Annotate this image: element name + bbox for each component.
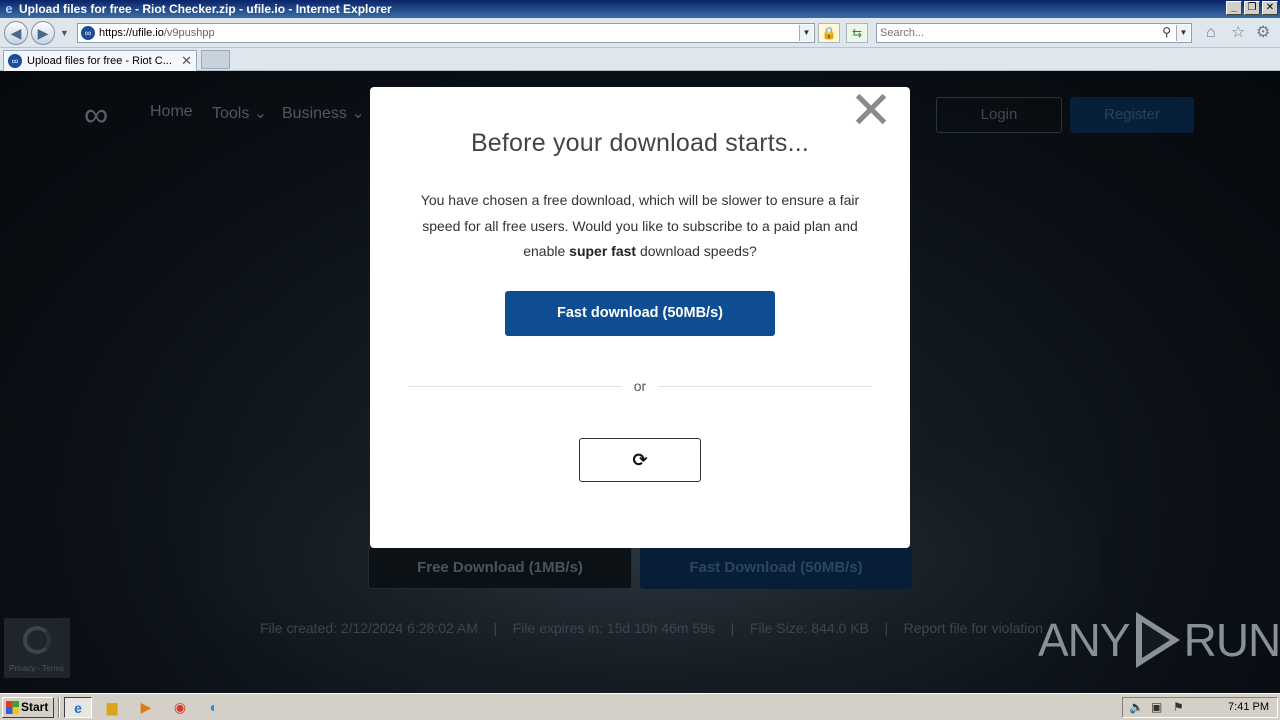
tab-close-icon[interactable]: ✕	[181, 53, 192, 69]
browser-navbar: ◀ ▶ ▼ ∞ https://ufile.io/v9pushpp ▼ 🔒 ⇆ …	[0, 18, 1280, 48]
fast-download-button[interactable]: Fast download (50MB/s)	[505, 291, 775, 336]
taskbar-internet-explorer-icon[interactable]: e	[64, 697, 92, 718]
windows-logo-icon	[6, 701, 19, 714]
gear-icon[interactable]: ⚙	[1256, 25, 1270, 41]
modal-message: You have chosen a free download, which w…	[420, 192, 860, 259]
file-info: File created: 2/12/2024 6:28:02 AM | Fil…	[260, 620, 1043, 636]
login-button[interactable]: Login	[936, 97, 1062, 133]
volume-icon[interactable]: 🔈	[1129, 700, 1144, 714]
site-favicon-icon: ∞	[81, 26, 95, 40]
tab-favicon-icon: ∞	[8, 54, 22, 68]
address-bar[interactable]: ∞ https://ufile.io/v9pushpp ▼	[77, 23, 815, 43]
home-icon[interactable]: ⌂	[1206, 25, 1216, 41]
search-icon[interactable]: ⚲	[1162, 25, 1171, 39]
taskbar-separator	[58, 697, 60, 718]
or-label: or	[633, 378, 647, 394]
window-title: Upload files for free - Riot Checker.zip…	[19, 2, 392, 16]
taskbar-explorer-folder-icon[interactable]: ▆	[98, 697, 126, 718]
back-button[interactable]: ◀	[4, 21, 28, 45]
clock[interactable]: 7:41 PM	[1228, 701, 1269, 713]
favorites-star-icon[interactable]: ☆	[1231, 25, 1245, 41]
nav-business[interactable]: Business ⌄	[282, 103, 365, 123]
refresh-spinner-icon: ⟳	[632, 450, 648, 470]
fast-download-button-page[interactable]: Fast Download (50MB/s)	[640, 547, 912, 589]
modal-title: Before your download starts...	[470, 129, 810, 157]
info-separator: |	[884, 620, 889, 636]
restore-button[interactable]: ❐	[1244, 1, 1260, 15]
internet-explorer-icon: e	[5, 1, 13, 16]
address-dropdown-icon[interactable]: ▼	[799, 25, 813, 41]
file-size: File Size: 844.0 KB	[749, 620, 869, 636]
ufile-logo-icon[interactable]: ∞	[84, 97, 130, 133]
taskbar: Start e ▆ ▶ ◉ ◐ 🔈 ▣ ⚑ 7:41 PM	[0, 693, 1280, 720]
info-separator: |	[493, 620, 498, 636]
nav-tools[interactable]: Tools ⌄	[212, 103, 267, 123]
forward-button[interactable]: ▶	[31, 21, 55, 45]
address-url[interactable]: https://ufile.io/v9pushpp	[99, 27, 215, 39]
taskbar-chrome-icon[interactable]: ◉	[166, 697, 194, 718]
file-expires: File expires in: 15d 10h 46m 59s	[512, 620, 716, 636]
recaptcha-text[interactable]: Privacy - Terms	[9, 664, 64, 673]
recaptcha-badge[interactable]: Privacy - Terms	[4, 618, 70, 678]
browser-tab-active[interactable]: ∞ Upload files for free - Riot C... ✕	[3, 50, 197, 71]
report-link[interactable]: Report file for violation	[904, 620, 1043, 636]
history-dropdown-icon[interactable]: ▼	[60, 28, 69, 38]
search-dropdown-icon[interactable]: ▼	[1176, 25, 1190, 41]
nav-home[interactable]: Home	[150, 103, 193, 121]
taskbar-media-player-icon[interactable]: ▶	[132, 697, 160, 718]
divider	[408, 386, 622, 387]
download-modal: ✕ Before your download starts... You hav…	[370, 85, 910, 548]
start-button[interactable]: Start	[2, 697, 54, 718]
refresh-icon[interactable]: ⇆	[846, 23, 868, 43]
minimize-button[interactable]: _	[1226, 1, 1242, 15]
tab-bar: ∞ Upload files for free - Riot C... ✕	[0, 48, 1280, 71]
free-download-loading-button[interactable]: ⟳	[579, 438, 701, 482]
system-tray: 🔈 ▣ ⚑ 7:41 PM	[1122, 697, 1278, 718]
search-box[interactable]: ⚲ ▼	[876, 23, 1192, 43]
new-tab-button[interactable]	[201, 50, 230, 69]
info-separator: |	[730, 620, 735, 636]
network-icon[interactable]: ▣	[1151, 700, 1162, 714]
recaptcha-icon	[23, 626, 51, 654]
tab-label: Upload files for free - Riot C...	[27, 55, 172, 67]
file-created: File created: 2/12/2024 6:28:02 AM	[260, 620, 478, 636]
register-button[interactable]: Register	[1070, 97, 1194, 133]
taskbar-edge-icon[interactable]: ◐	[200, 697, 228, 718]
search-input[interactable]	[880, 26, 1150, 40]
anyrun-watermark: ANY RUN	[1038, 612, 1280, 668]
play-icon	[1135, 612, 1180, 668]
close-window-button[interactable]: ✕	[1262, 1, 1278, 15]
divider	[658, 386, 872, 387]
window-controls: _ ❐ ✕	[1226, 1, 1278, 15]
action-center-flag-icon[interactable]: ⚑	[1173, 700, 1184, 714]
modal-close-icon[interactable]: ✕	[847, 85, 895, 137]
window-titlebar: e Upload files for free - Riot Checker.z…	[0, 0, 1280, 18]
lock-icon[interactable]: 🔒	[818, 23, 840, 43]
free-download-button[interactable]: Free Download (1MB/s)	[368, 547, 632, 589]
